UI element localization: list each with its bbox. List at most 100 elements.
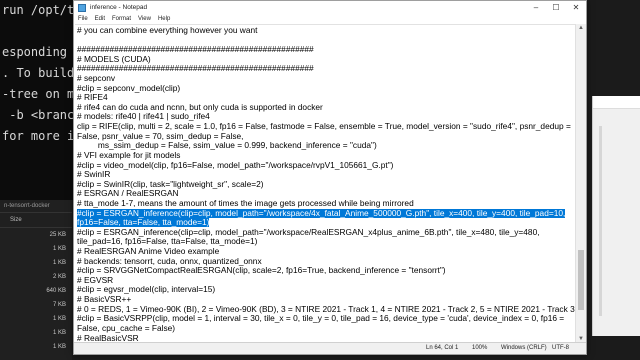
scrollbar-thumb[interactable]: [578, 250, 584, 310]
code-line: # RIFE4: [77, 93, 575, 103]
file-size-cell[interactable]: 1 KB: [0, 242, 72, 256]
line-text: tile_pad=16, fp16=False, tta=False, tta_…: [77, 237, 258, 247]
code-line: # you can combine everything however you…: [77, 26, 575, 36]
terminal-line: -tree on ma: [2, 87, 74, 101]
code-line: fp16=False, tta=False, tta_mode=1): [77, 218, 575, 228]
background-window: [592, 96, 640, 336]
background-window-divider: [599, 126, 602, 316]
background-terminal: run /opt/te esponding t . To build -tree on…: [0, 0, 74, 200]
code-line: ########################################…: [77, 45, 575, 55]
code-line: # BasicVSR++: [77, 295, 575, 305]
terminal-line: . To build: [2, 66, 74, 80]
code-line: # SwinIR: [77, 170, 575, 180]
line-text: # you can combine everything however you…: [77, 26, 258, 35]
file-size-cell[interactable]: 1 KB: [0, 312, 72, 326]
code-line: #clip = egvsr_model(clip, interval=15): [77, 285, 575, 295]
code-line: # tta_mode 1-7, means the amount of time…: [77, 199, 575, 209]
minimize-button[interactable]: –: [526, 1, 546, 14]
code-line: False, cpu_cache = False): [77, 324, 575, 334]
selected-text: #clip = ESRGAN_inference(clip=clip, mode…: [77, 208, 566, 218]
code-line: #clip = SwinIR(clip, task="lightweight_s…: [77, 180, 575, 190]
notepad-titlebar[interactable]: inference - Notepad – ☐ ✕: [74, 1, 586, 14]
code-line: # ESRGAN / RealESRGAN: [77, 189, 575, 199]
line-text: #clip = BasicVSRPP(clip, model = 1, inte…: [77, 314, 565, 324]
file-size-cell[interactable]: 7 KB: [0, 298, 72, 312]
selected-text: fp16=False, tta=False, tta_mode=1): [77, 218, 210, 228]
file-size-cell[interactable]: 2 KB: [0, 270, 72, 284]
line-text: # MODELS (CUDA): [77, 54, 151, 64]
code-line: False, psnr_value = 70, ssim_dedup = Fal…: [77, 132, 575, 142]
file-content[interactable]: # you can combine everything however you…: [75, 25, 575, 343]
code-line: # MODELS (CUDA): [77, 55, 575, 65]
line-text: # backends: tensorrt, cuda, onnx, quanti…: [77, 256, 262, 266]
code-line: #clip = video_model(clip, fp16=False, mo…: [77, 161, 575, 171]
code-line: # RealESRGAN Anime Video example: [77, 247, 575, 257]
line-text: #clip = egvsr_model(clip, interval=15): [77, 285, 216, 295]
vertical-scrollbar[interactable]: ▲ ▼: [575, 24, 586, 344]
terminal-line: -b <branch: [2, 108, 74, 122]
terminal-line: run /opt/te: [2, 3, 74, 17]
code-line: #clip = SRVGGNetCompactRealESRGAN(clip, …: [77, 266, 575, 276]
explorer-size-header[interactable]: Size: [0, 213, 72, 228]
line-text: # sepconv: [77, 74, 116, 84]
code-line: ########################################…: [77, 64, 575, 74]
code-line: ms_ssim_dedup = False, ssim_value = 0.99…: [77, 141, 575, 151]
menu-format[interactable]: Format: [112, 16, 131, 22]
line-text: # BasicVSR++: [77, 295, 132, 305]
code-line: # VFI example for jit models: [77, 151, 575, 161]
explorer-size-list: 25 KB 1 KB 1 KB 2 KB 640 KB 7 KB 1 KB 1 KB 1 KB: [0, 228, 72, 354]
scroll-up-arrow-icon[interactable]: ▲: [576, 24, 586, 33]
line-text: ########################################…: [77, 64, 314, 74]
file-size-cell[interactable]: 640 KB: [0, 284, 72, 298]
line-text: # models: rife40 | rife41 | sudo_rife4: [77, 112, 210, 122]
code-line: # backends: tensorrt, cuda, onnx, quanti…: [77, 257, 575, 267]
line-text: # ESRGAN / RealESRGAN: [77, 189, 179, 199]
code-line: clip = RIFE(clip, multi = 2, scale = 1.0…: [77, 122, 575, 132]
window-title: inference - Notepad: [90, 4, 148, 11]
explorer-path: n-tensorrt-docker: [0, 200, 72, 213]
line-text: # VFI example for jit models: [77, 150, 181, 160]
line-text: # SwinIR: [77, 170, 111, 180]
code-line: # rife4 can do cuda and ncnn, but only c…: [77, 103, 575, 113]
line-text: #clip = SRVGGNetCompactRealESRGAN(clip, …: [77, 266, 446, 276]
line-text: False, psnr_value = 70, ssim_dedup = Fal…: [77, 131, 244, 141]
line-text: ########################################…: [77, 45, 314, 55]
text-editor-area[interactable]: # you can combine everything however you…: [75, 24, 575, 345]
menu-help[interactable]: Help: [158, 16, 170, 22]
menu-edit[interactable]: Edit: [95, 16, 105, 22]
close-button[interactable]: ✕: [566, 1, 586, 14]
terminal-line: for more in: [2, 129, 74, 143]
menu-view[interactable]: View: [138, 16, 151, 22]
menu-file[interactable]: File: [78, 16, 88, 22]
line-text: False, cpu_cache = False): [77, 323, 176, 333]
zoom-level: 100%: [472, 345, 488, 351]
code-line: # models: rife40 | rife41 | sudo_rife4: [77, 112, 575, 122]
maximize-button[interactable]: ☐: [546, 1, 566, 14]
notepad-app-icon: [78, 3, 86, 12]
terminal-line: esponding t: [2, 45, 74, 59]
line-text: # 0 = REDS, 1 = Vimeo-90K (BI), 2 = Vime…: [77, 304, 575, 314]
status-bar: Ln 64, Col 1 100% Windows (CRLF) UTF-8: [74, 342, 586, 354]
code-line: #clip = sepconv_model(clip): [77, 84, 575, 94]
background-window-titlebar: [593, 96, 640, 109]
line-text: # tta_mode 1-7, means the amount of time…: [77, 198, 414, 208]
file-size-cell[interactable]: 25 KB: [0, 228, 72, 242]
encoding: UTF-8: [552, 345, 569, 351]
code-line: #clip = ESRGAN_inference(clip=clip, mode…: [77, 208, 575, 219]
line-text: # EGVSR: [77, 275, 114, 285]
code-line: tile_pad=16, fp16=False, tta=False, tta_…: [77, 237, 575, 247]
code-line: #clip = BasicVSRPP(clip, model = 1, inte…: [77, 314, 575, 324]
line-text: clip = RIFE(clip, multi = 2, scale = 1.0…: [77, 122, 571, 132]
line-text: #clip = sepconv_model(clip): [77, 83, 181, 93]
cursor-position: Ln 64, Col 1: [426, 345, 459, 351]
file-size-cell[interactable]: 1 KB: [0, 326, 72, 340]
code-line: # EGVSR: [77, 276, 575, 286]
notepad-window: inference - Notepad – ☐ ✕ File Edit Form…: [73, 0, 587, 355]
code-line: # sepconv: [77, 74, 575, 84]
line-text: #clip = SwinIR(clip, task="lightweight_s…: [77, 179, 264, 189]
line-text: #clip = video_model(clip, fp16=False, mo…: [77, 160, 394, 170]
line-text: # rife4 can do cuda and ncnn, but only c…: [77, 102, 323, 112]
file-size-cell[interactable]: 1 KB: [0, 256, 72, 270]
file-size-cell[interactable]: 1 KB: [0, 340, 72, 354]
